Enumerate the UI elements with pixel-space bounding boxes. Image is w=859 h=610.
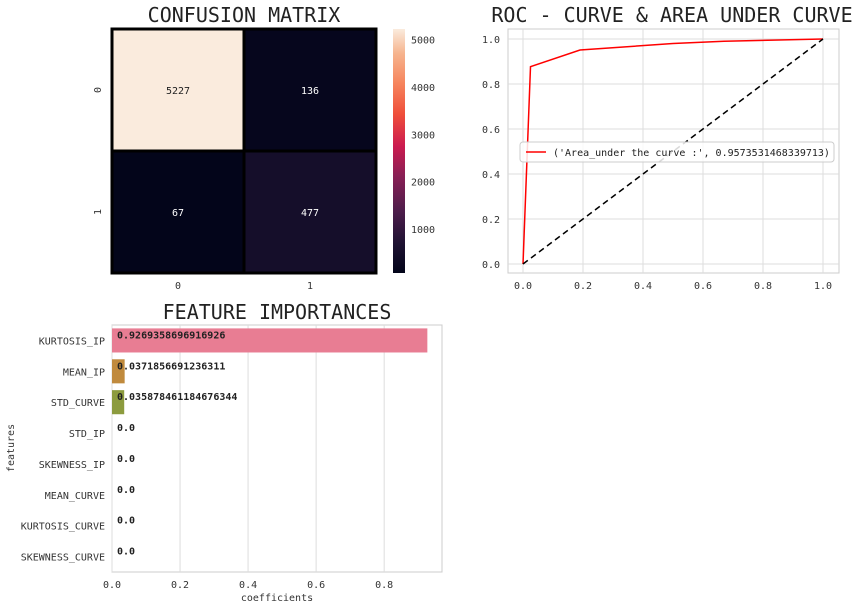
colorbar-ticks: 1000 2000 3000 4000 5000 <box>411 36 435 236</box>
fi-x-tick-label: 0.8 <box>375 580 393 591</box>
confusion-matrix-panel: CONFUSION MATRIX 5227 136 67 477 0 1 0 1 1000 2… <box>93 3 435 292</box>
heatmap-cell-label: 477 <box>301 208 319 219</box>
fi-y-tick-label: SKEWNESS_IP <box>39 460 105 471</box>
fi-y-tick-label: MEAN_CURVE <box>45 491 105 502</box>
roc-y-tick-label: 0.8 <box>482 80 500 91</box>
fi-y-tick-label: STD_CURVE <box>51 398 105 409</box>
roc-y-tick-label: 0.0 <box>482 260 500 271</box>
roc-title: ROC - CURVE & AREA UNDER CURVE <box>491 3 852 27</box>
colorbar-tick-label: 3000 <box>411 130 435 141</box>
fi-y-tick-label: STD_IP <box>69 429 105 440</box>
colorbar-tick-label: 1000 <box>411 225 435 236</box>
fi-y-tick-label: SKEWNESS_CURVE <box>21 553 105 564</box>
heatmap-cell-label: 136 <box>301 86 319 97</box>
roc-x-tick-label: 0.8 <box>754 281 772 292</box>
roc-x-tick-label: 0.0 <box>514 281 532 292</box>
heatmap-cell-label: 5227 <box>166 86 190 97</box>
colorbar-gradient <box>393 29 405 273</box>
roc-x-tick-label: 0.2 <box>574 281 592 292</box>
cm-x-tick-label: 0 <box>175 281 181 292</box>
fi-x-tick-label: 0.6 <box>307 580 325 591</box>
roc-y-tick-label: 0.4 <box>482 170 500 181</box>
fi-ylabel: features <box>6 424 17 472</box>
fi-bar-value-label: 0.0 <box>117 547 135 558</box>
roc-x-tick-label: 0.4 <box>634 281 652 292</box>
fi-y-tick-label: MEAN_IP <box>63 367 105 378</box>
fi-x-tick-label: 0.0 <box>103 580 121 591</box>
colorbar-tick-label: 4000 <box>411 83 435 94</box>
roc-x-tick-label: 0.6 <box>694 281 712 292</box>
roc-x-tick-label: 1.0 <box>814 281 832 292</box>
cm-y-tick-label: 0 <box>93 87 104 93</box>
roc-legend: ('Area_under the curve :', 0.95735314683… <box>519 141 835 163</box>
fi-bar-value-label: 0.035878461184676344 <box>117 392 237 403</box>
figure: CONFUSION MATRIX 5227 136 67 477 0 1 0 1 1000 2… <box>6 3 853 604</box>
colorbar-tick-label: 5000 <box>411 36 435 47</box>
fi-xlabel: coefficients <box>241 593 313 604</box>
fi-bar-value-label: 0.0371856691236311 <box>117 361 225 372</box>
fi-x-tick-label: 0.2 <box>171 580 189 591</box>
heatmap-cell-label: 67 <box>172 208 184 219</box>
roc-y-tick-label: 0.2 <box>482 215 500 226</box>
cm-x-tick-label: 1 <box>307 281 313 292</box>
colorbar: 1000 2000 3000 4000 5000 <box>393 29 435 273</box>
colorbar-tick-label: 2000 <box>411 178 435 189</box>
confusion-matrix-title: CONFUSION MATRIX <box>148 3 341 27</box>
fi-bar-value-label: 0.0 <box>117 485 135 496</box>
fi-y-tick-label: KURTOSIS_CURVE <box>21 522 105 533</box>
legend-entry: ('Area_under the curve :', 0.95735314683… <box>553 148 830 159</box>
feature-importances-title: FEATURE IMPORTANCES <box>163 300 392 324</box>
fi-x-tick-label: 0.4 <box>239 580 257 591</box>
fi-bar-value-label: 0.0 <box>117 423 135 434</box>
fi-bar-value-label: 0.9269358696916926 <box>117 330 225 341</box>
roc-y-tick-label: 1.0 <box>482 35 500 46</box>
confusion-matrix-cells: 5227 136 67 477 <box>110 27 378 275</box>
fi-bar-value-label: 0.0 <box>117 516 135 527</box>
roc-panel: ROC - CURVE & AREA UNDER CURVE 0.0 0.2 0.4… <box>482 3 853 292</box>
feature-importances-panel: FEATURE IMPORTANCES 0.9269358696916926 0.… <box>6 300 443 604</box>
fi-y-tick-label: KURTOSIS_IP <box>39 336 105 347</box>
roc-y-tick-label: 0.6 <box>482 125 500 136</box>
fi-bar-value-label: 0.0 <box>117 454 135 465</box>
cm-y-tick-label: 1 <box>93 209 104 215</box>
